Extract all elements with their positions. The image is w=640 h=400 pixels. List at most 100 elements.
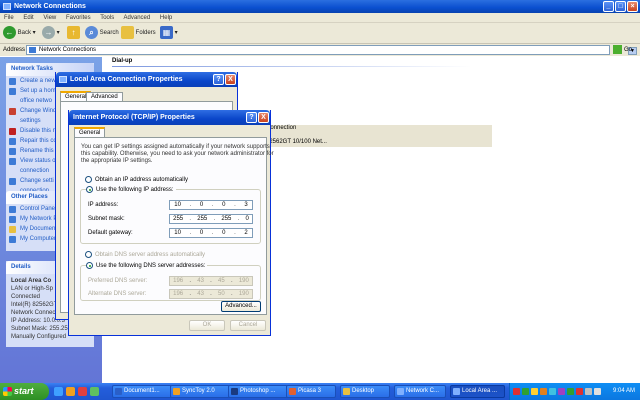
preferred-dns-field[interactable]: 196. 43. 45. 190	[169, 276, 253, 286]
menu-tools[interactable]: Tools	[100, 15, 114, 21]
go-arrow-icon	[613, 45, 622, 54]
photoshop-icon	[231, 388, 238, 395]
search-button[interactable]: ⌕ Search	[85, 26, 119, 41]
home-network-icon	[9, 88, 16, 95]
lac-dialog-title: Local Area Connection Properties	[70, 76, 183, 83]
window-title: Network Connections	[14, 3, 86, 10]
task-photoshop[interactable]: Photoshop ...	[228, 385, 288, 398]
menu-file[interactable]: File	[4, 15, 14, 21]
my-documents-icon	[9, 226, 16, 233]
minimize-button[interactable]: _	[603, 1, 614, 12]
menu-edit[interactable]: Edit	[23, 15, 33, 21]
tcpip-help-button[interactable]: ?	[246, 112, 257, 123]
obtain-dns-automatically-radio[interactable]: Obtain DNS server address automatically	[85, 251, 205, 259]
lac-help-button[interactable]: ?	[213, 74, 224, 85]
lac-close-button[interactable]: X	[225, 74, 236, 85]
toolbar: ← Back ▾ → ▾ ↑ ⌕ Search Folders ▦ ▾	[0, 23, 640, 44]
address-input[interactable]: Network Connections ▼	[26, 45, 637, 55]
start-button[interactable]: start	[0, 383, 49, 400]
menu-bar: File Edit View Favorites Tools Advanced …	[0, 13, 640, 23]
volume-tray-icon[interactable]	[594, 388, 601, 395]
task-picasa[interactable]: Picasa 3	[286, 385, 336, 398]
menu-favorites[interactable]: Favorites	[66, 15, 91, 21]
tray-icon-4[interactable]	[540, 388, 547, 395]
menu-help[interactable]: Help	[160, 15, 172, 21]
forward-button[interactable]: → ▾	[42, 26, 60, 41]
system-tray: 9:04 AM	[509, 383, 640, 400]
tray-icon-6[interactable]	[558, 388, 565, 395]
quicklaunch-folder-icon[interactable]	[66, 387, 75, 396]
task-network-connections[interactable]: Network C...	[394, 385, 446, 398]
cancel-button[interactable]: Cancel	[230, 320, 266, 331]
word-icon	[115, 388, 122, 395]
group-divider	[112, 66, 472, 67]
up-folder-icon: ↑	[67, 26, 80, 39]
repair-icon	[9, 138, 16, 145]
views-button[interactable]: ▦ ▾	[160, 26, 178, 41]
quicklaunch-ie-icon[interactable]	[54, 387, 63, 396]
use-following-dns-radio[interactable]: Use the following DNS server addresses:	[86, 262, 208, 270]
quicklaunch-app-icon[interactable]	[90, 387, 99, 396]
lac-dialog-titlebar: Local Area Connection Properties ? X	[56, 72, 237, 87]
folders-button[interactable]: Folders	[121, 26, 156, 41]
radio-indicator	[85, 251, 92, 258]
tray-icon-1[interactable]	[513, 388, 520, 395]
back-arrow-icon: ←	[3, 26, 16, 39]
network-tray-icon[interactable]	[585, 388, 592, 395]
tcpip-tab-body: You can get IP settings assigned automat…	[74, 137, 274, 315]
default-gateway-field[interactable]: 10. 0. 0. 2	[169, 228, 253, 238]
ip-address-group: Use the following IP address: IP address…	[80, 186, 261, 244]
alternate-dns-label: Alternate DNS server:	[88, 291, 147, 297]
network-places-icon	[9, 216, 16, 223]
back-button[interactable]: ← Back ▾	[3, 26, 36, 41]
taskbar-clock[interactable]: 9:04 AM	[613, 383, 635, 400]
address-bar: Address Network Connections ▼ Go	[0, 44, 640, 56]
up-folder-button[interactable]: ↑	[67, 26, 80, 41]
go-button[interactable]: Go	[613, 45, 639, 55]
ok-button[interactable]: OK	[189, 320, 225, 331]
network-folder-icon	[397, 388, 404, 395]
ip-address-field[interactable]: 10. 0. 0. 3	[169, 200, 253, 210]
address-label: Address	[3, 47, 26, 53]
tcpip-description: You can get IP settings assigned automat…	[81, 144, 274, 164]
rename-icon	[9, 148, 16, 155]
tcpip-close-button[interactable]: X	[258, 112, 269, 123]
tray-icon-3[interactable]	[531, 388, 538, 395]
maximize-button[interactable]: □	[615, 1, 626, 12]
tcpip-dialog-title: Internet Protocol (TCP/IP) Properties	[73, 114, 195, 121]
views-icon: ▦	[160, 26, 173, 39]
subnet-mask-label: Subnet mask:	[88, 216, 125, 222]
taskbar: start Document1... SyncToy 2.0 Photoshop…	[0, 383, 640, 400]
control-panel-icon	[9, 206, 16, 213]
quicklaunch-media-icon[interactable]	[78, 387, 87, 396]
menu-view[interactable]: View	[43, 15, 56, 21]
default-gateway-label: Default gateway:	[88, 230, 133, 236]
obtain-ip-automatically-radio[interactable]: Obtain an IP address automatically	[85, 176, 188, 184]
status-icon	[9, 158, 16, 165]
ip-address-label: IP address:	[88, 202, 119, 208]
local-area-connection-item[interactable]: Connection d 82562GT 10/100 Net...	[262, 125, 492, 147]
picasa-icon	[289, 388, 296, 395]
tray-icon-8[interactable]	[576, 388, 583, 395]
network-connection-icon	[59, 76, 67, 83]
use-following-ip-radio[interactable]: Use the following IP address:	[86, 186, 176, 194]
tray-icon-5[interactable]	[549, 388, 556, 395]
subnet-mask-field[interactable]: 255. 255. 255. 0	[169, 214, 253, 224]
alternate-dns-field[interactable]: 196. 43. 50. 190	[169, 289, 253, 299]
dns-server-group: Use the following DNS server addresses: …	[80, 262, 261, 301]
firewall-icon	[9, 108, 16, 115]
tray-icon-2[interactable]	[522, 388, 529, 395]
task-document1[interactable]: Document1...	[112, 385, 172, 398]
network-folder-icon	[29, 47, 36, 53]
tab-tcpip-general[interactable]: General	[74, 127, 106, 137]
menu-advanced[interactable]: Advanced	[124, 15, 151, 21]
advanced-button[interactable]: Advanced...	[221, 301, 261, 312]
disable-icon	[9, 128, 16, 135]
close-button[interactable]: ×	[627, 1, 638, 12]
task-synctoy[interactable]: SyncToy 2.0	[170, 385, 230, 398]
task-desktop[interactable]: Desktop	[340, 385, 390, 398]
task-local-area-connection[interactable]: Local Area ...	[450, 385, 505, 398]
my-computer-icon	[9, 236, 16, 243]
tcpip-properties-dialog: Internet Protocol (TCP/IP) Properties ? …	[68, 110, 274, 336]
tray-icon-7[interactable]	[567, 388, 574, 395]
